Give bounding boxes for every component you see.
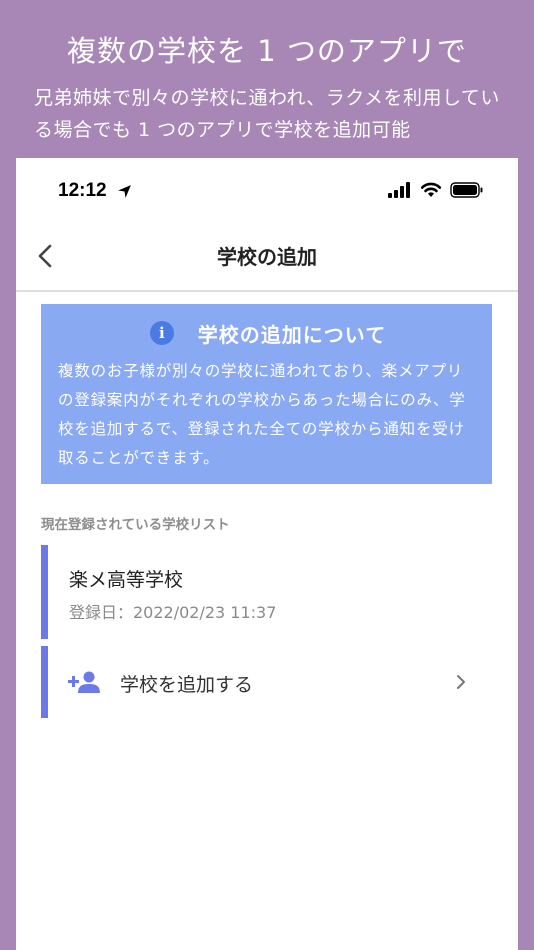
wifi-icon [420, 182, 442, 197]
location-arrow-icon [118, 185, 131, 198]
nav-bar: 学校の追加 [16, 222, 518, 292]
add-school-button[interactable]: 学校を追加する [41, 646, 492, 718]
add-user-icon [68, 671, 100, 693]
school-name: 楽メ高等学校 [69, 569, 184, 591]
info-header: i 学校の追加について [58, 318, 478, 348]
add-school-label: 学校を追加する [120, 674, 254, 696]
info-icon: i [149, 321, 174, 345]
school-registered-date: 登録日：2022/02/23 11:37 [69, 603, 277, 622]
promo-title: 複数の学校を 1 つのアプリで [67, 34, 467, 68]
signal-icon [388, 182, 410, 198]
status-icons [388, 182, 484, 198]
info-title: 学校の追加について [197, 322, 387, 347]
info-panel: i 学校の追加について 複数のお子様が別々の学校に通われており、楽メアプリの登録… [41, 304, 492, 484]
battery-icon [450, 182, 483, 198]
school-list-caption: 現在登録されている学校リスト [41, 517, 230, 533]
page-title: 学校の追加 [217, 245, 317, 269]
promo-subtitle: 兄弟姉妹で別々の学校に通われ、ラクメを利用している場合でも 1 つのアプリで学校… [34, 87, 500, 141]
status-time: 12:12 [58, 180, 107, 201]
chevron-right-icon [457, 675, 465, 689]
list-item[interactable]: 楽メ高等学校 登録日：2022/02/23 11:37 [41, 545, 492, 639]
info-body: 複数のお子様が別々の学校に通われており、楽メアプリの登録案内がそれぞれの学校から… [58, 362, 466, 467]
phone-screen: 12:12 学校の追加 i 学校の追加について 複数のお子様が別々の学校に通われ… [16, 158, 518, 950]
